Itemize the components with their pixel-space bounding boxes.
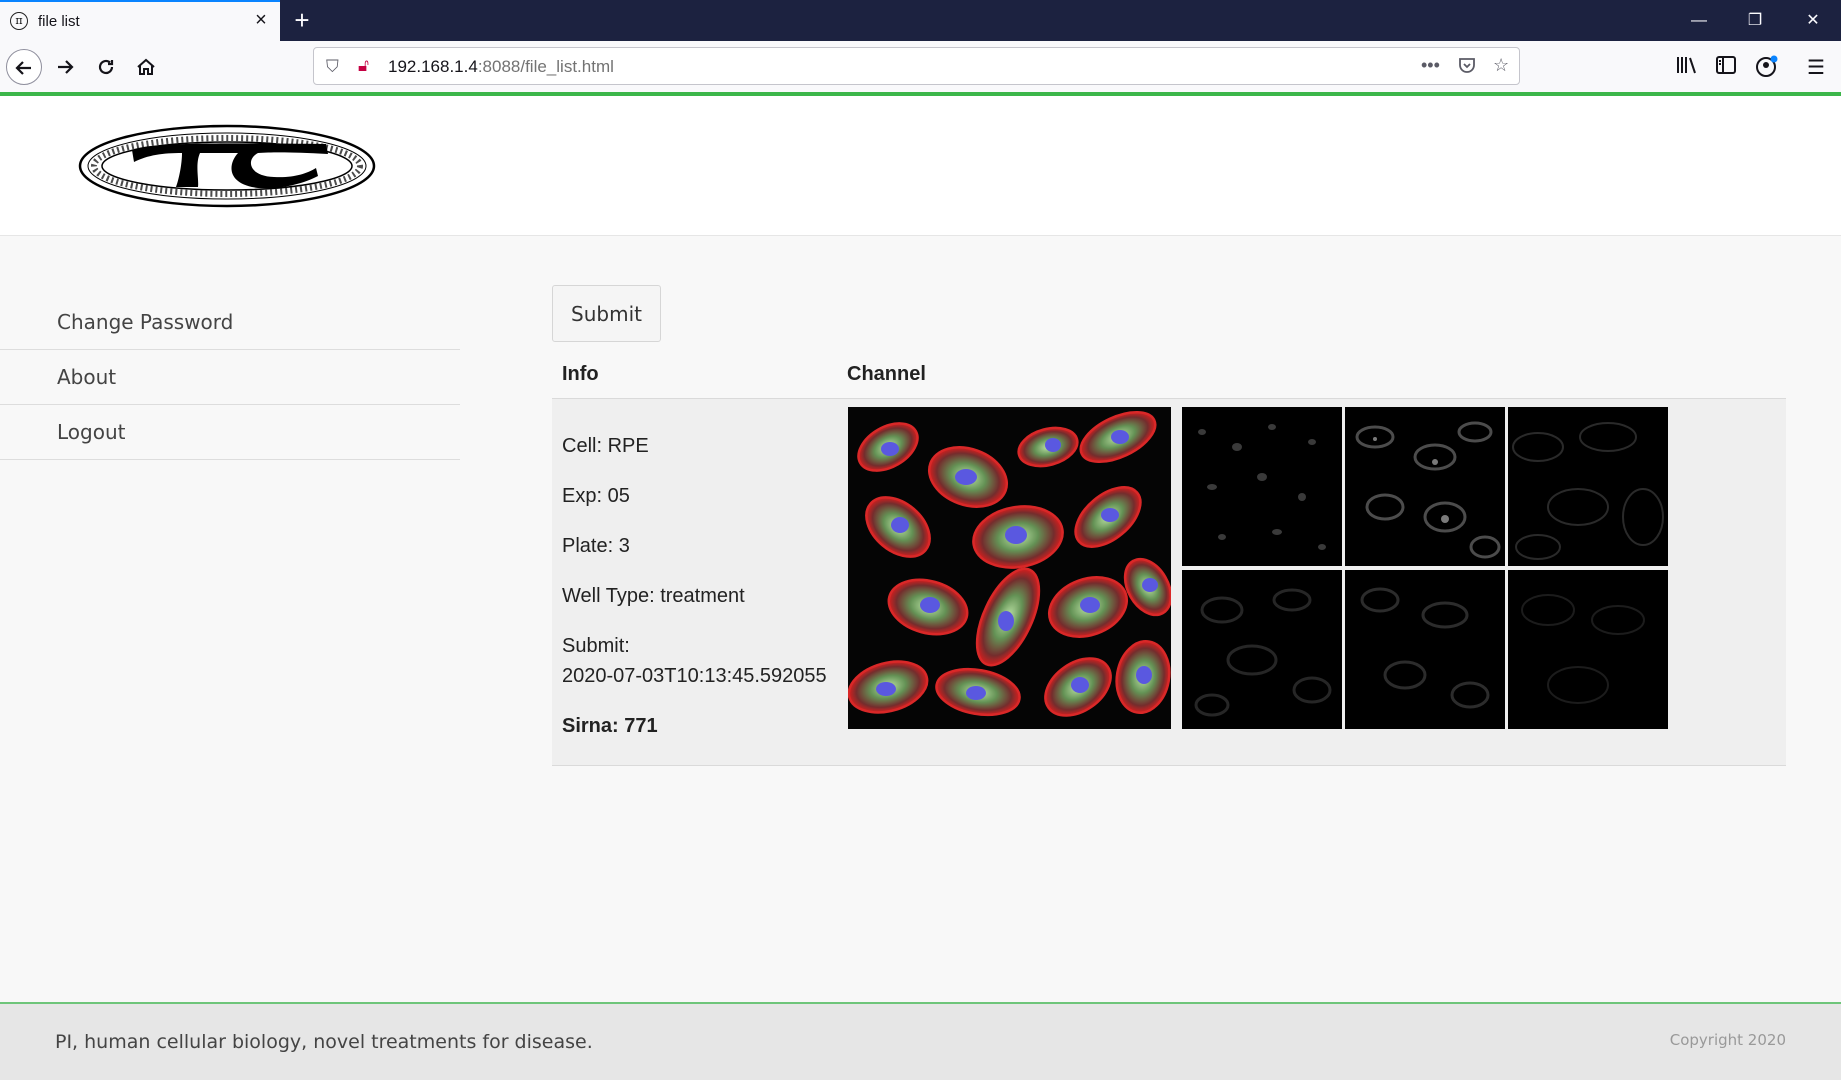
insecure-lock-icon[interactable]: 🔓︎: [358, 56, 369, 76]
column-header-channel: Channel: [847, 363, 926, 385]
channel-images: [1182, 407, 1669, 729]
address-bar[interactable]: ⛉ 🔓︎ 192.168.1.4:8088/file_list.html •••…: [313, 47, 1520, 85]
footer-tagline: PI, human cellular biology, novel treatm…: [55, 1031, 593, 1053]
well-type: Well Type: treatment: [562, 585, 745, 607]
channel-image-5[interactable]: [1345, 570, 1505, 729]
experiment: Exp: 05: [562, 485, 630, 507]
column-header-info: Info: [562, 363, 599, 385]
sidebar-menu: Change Password About Logout: [0, 295, 460, 460]
pi-favicon-icon: π: [10, 12, 28, 30]
reload-icon: [98, 59, 114, 75]
channel-image-2[interactable]: [1345, 407, 1505, 566]
tab-close-icon[interactable]: ×: [250, 9, 272, 31]
restore-button[interactable]: ❐: [1727, 0, 1783, 41]
back-arrow-icon: [15, 61, 31, 75]
sidebar-toggle-icon[interactable]: [1715, 55, 1737, 81]
tab-title: file list: [38, 13, 80, 30]
home-icon: [137, 58, 155, 75]
table-row: Cell: RPE Exp: 05 Plate: 3 Well Type: tr…: [552, 398, 1786, 766]
minimize-button[interactable]: —: [1671, 0, 1727, 41]
channel-image-3[interactable]: [1508, 407, 1668, 566]
composite-cell-image[interactable]: [848, 407, 1171, 729]
sirna: Sirna: 771: [562, 715, 658, 737]
pocket-icon[interactable]: [1457, 55, 1477, 80]
reload-button[interactable]: [88, 49, 124, 85]
site-header: [0, 96, 1841, 236]
sidebar-item-about[interactable]: About: [0, 350, 460, 405]
cell-type: Cell: RPE: [562, 435, 649, 457]
bookmark-star-icon[interactable]: ☆: [1493, 55, 1509, 76]
info-cell: Cell: RPE Exp: 05 Plate: 3 Well Type: tr…: [562, 431, 832, 761]
browser-navbar: ⛉ 🔓︎ 192.168.1.4:8088/file_list.html •••…: [0, 41, 1841, 92]
browser-tab-bar: π file list × + — ❐ ✕: [0, 0, 1841, 41]
plate: Plate: 3: [562, 535, 630, 557]
menu-icon[interactable]: ☰: [1807, 55, 1825, 80]
browser-tab[interactable]: π file list ×: [0, 0, 280, 41]
close-window-button[interactable]: ✕: [1785, 0, 1841, 41]
new-tab-button[interactable]: +: [288, 6, 316, 34]
forward-arrow-icon: [58, 60, 74, 74]
channel-image-4[interactable]: [1182, 570, 1342, 729]
submit-button[interactable]: Submit: [552, 285, 661, 342]
channel-image-6[interactable]: [1508, 570, 1668, 729]
submit-time: Submit: 2020-07-03T10:13:45.592055: [562, 635, 827, 687]
home-button[interactable]: [128, 49, 164, 85]
back-button[interactable]: [6, 49, 42, 85]
forward-button[interactable]: [47, 49, 83, 85]
account-icon[interactable]: [1755, 55, 1779, 83]
footer-copyright: Copyright 2020: [1669, 1031, 1786, 1049]
more-actions-icon[interactable]: •••: [1421, 55, 1440, 76]
sidebar-item-change-password[interactable]: Change Password: [0, 295, 460, 350]
url-text[interactable]: 192.168.1.4:8088/file_list.html: [388, 57, 614, 77]
pi-logo-icon[interactable]: [78, 124, 376, 208]
sidebar-item-logout[interactable]: Logout: [0, 405, 460, 460]
shield-icon[interactable]: ⛉: [326, 57, 339, 77]
site-footer: PI, human cellular biology, novel treatm…: [0, 1002, 1841, 1080]
channel-image-1[interactable]: [1182, 407, 1342, 566]
library-icon[interactable]: [1676, 55, 1698, 81]
